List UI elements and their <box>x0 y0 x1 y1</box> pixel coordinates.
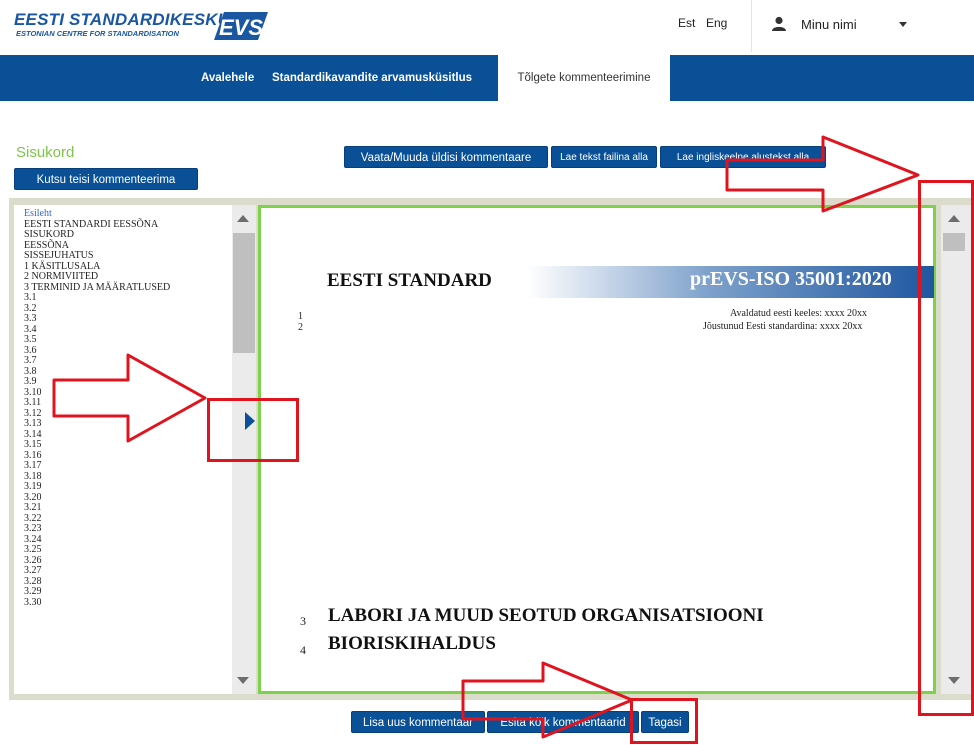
arrow-to-toggle-icon <box>52 353 207 443</box>
annotation-arrows <box>52 135 920 739</box>
arrow-to-back-icon <box>461 661 634 739</box>
arrow-to-scrollbar-icon <box>725 135 920 213</box>
